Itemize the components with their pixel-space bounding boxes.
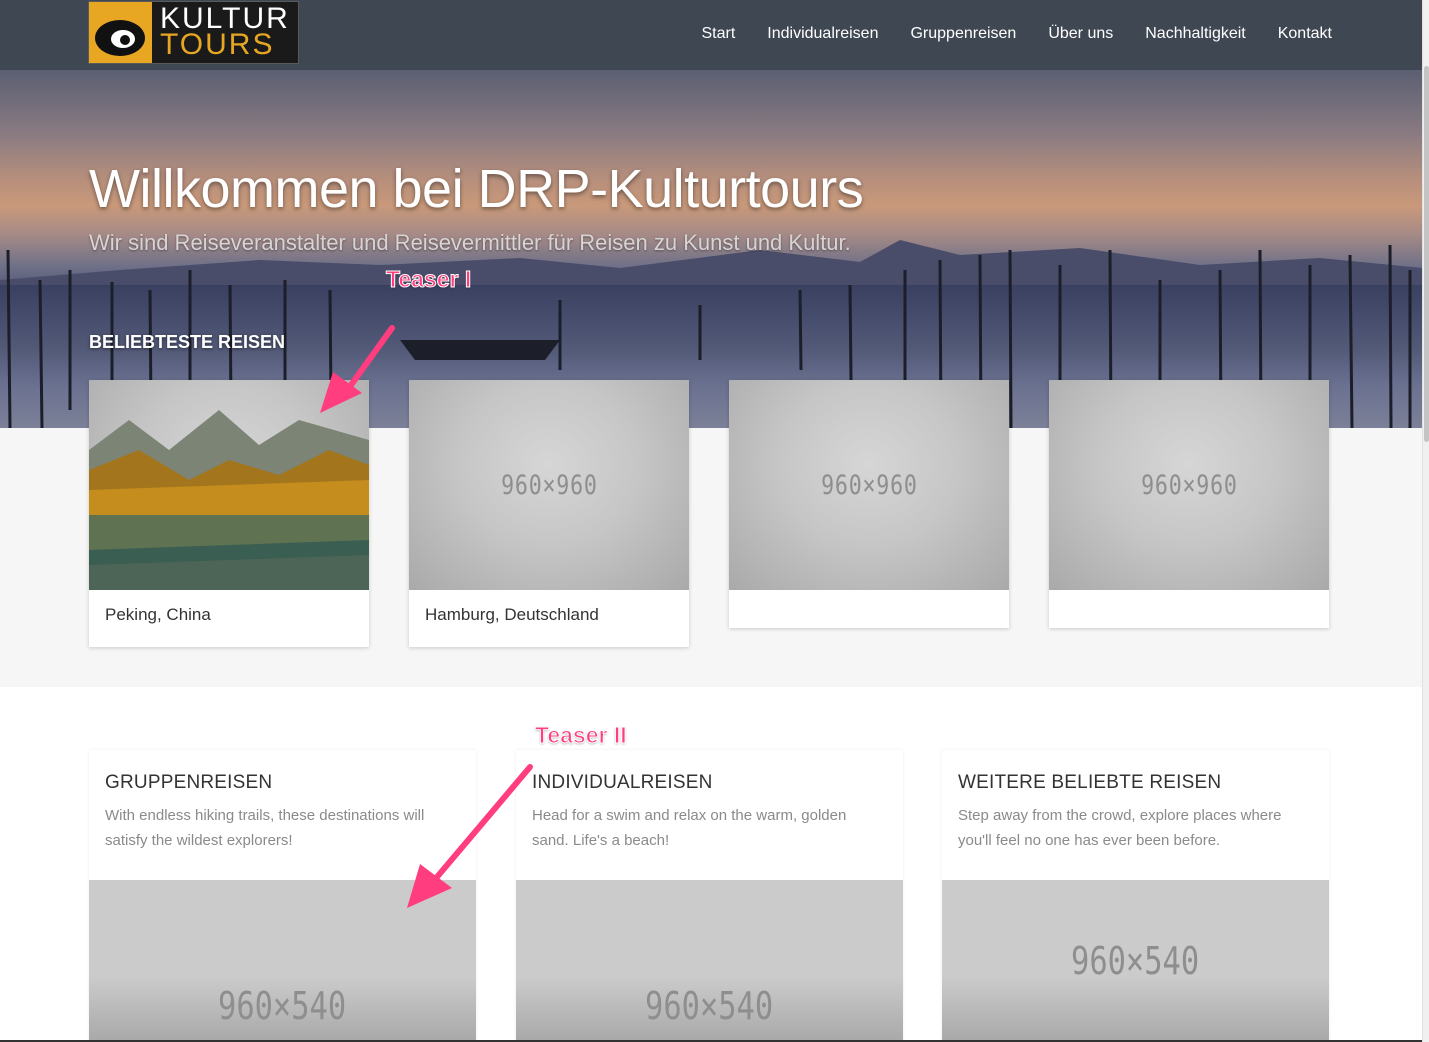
placeholder-text: 960×540 <box>645 984 774 1028</box>
placeholder-text: 960×960 <box>820 469 918 501</box>
nav-start[interactable]: Start <box>701 24 735 44</box>
trip-image-placeholder: 960×960 <box>1049 380 1329 590</box>
nav-ueber-uns[interactable]: Über uns <box>1048 24 1113 44</box>
trip-image-placeholder: 960×960 <box>409 380 689 590</box>
annotation-teaser-one: Teaser I <box>385 266 472 293</box>
kultur-tours-logo[interactable]: KULTUR TOURS <box>88 1 299 64</box>
nav-nachhaltigkeit[interactable]: Nachhaltigkeit <box>1145 24 1246 44</box>
teaser-gruppenreisen[interactable]: GRUPPENREISEN With endless hiking trails… <box>89 750 476 1042</box>
placeholder-text: 960×960 <box>500 469 598 501</box>
trip-card-4[interactable]: 960×960 <box>1049 380 1329 628</box>
nav-individualreisen[interactable]: Individualreisen <box>767 24 878 44</box>
nav-kontakt[interactable]: Kontakt <box>1278 24 1332 44</box>
trip-caption: Peking, China <box>105 605 211 624</box>
teaser-text: Head for a swim and relax on the warm, g… <box>532 807 847 849</box>
placeholder-text: 960×540 <box>1071 939 1200 983</box>
placeholder-text: 960×540 <box>218 984 347 1028</box>
teaser-text: With endless hiking trails, these destin… <box>105 807 425 849</box>
nav-gruppenreisen[interactable]: Gruppenreisen <box>910 24 1016 44</box>
teaser-image-placeholder: 960×540 <box>89 880 476 1042</box>
trip-image-placeholder: 960×960 <box>729 380 1009 590</box>
teaser-title: GRUPPENREISEN <box>105 772 273 793</box>
hero-subtitle: Wir sind Reiseveranstalter und Reiseverm… <box>89 230 851 255</box>
eye-logo-icon <box>89 2 152 63</box>
trip-image-peking <box>89 380 369 590</box>
teaser-image-placeholder: 960×540 <box>516 880 903 1042</box>
teaser-image-placeholder: 960×540 <box>942 880 1329 1042</box>
trip-card-hamburg[interactable]: 960×960 Hamburg, Deutschland <box>409 380 689 647</box>
hero-title: Willkommen bei DRP-Kulturtours <box>89 159 864 219</box>
teaser-text: Step away from the crowd, explore places… <box>958 807 1282 849</box>
scrollbar-thumb[interactable] <box>1424 66 1429 442</box>
logo-line-2: TOURS <box>160 28 275 61</box>
main-nav: Start Individualreisen Gruppenreisen Übe… <box>701 24 1332 44</box>
page-scrollbar[interactable] <box>1422 0 1429 1042</box>
trip-card-3[interactable]: 960×960 <box>729 380 1009 628</box>
trip-caption <box>1049 590 1329 628</box>
teaser-individualreisen[interactable]: INDIVIDUALREISEN Head for a swim and rel… <box>516 750 903 1042</box>
trip-card-peking[interactable]: Peking, China <box>89 380 369 647</box>
popular-trips-heading: BELIEBTESTE REISEN <box>89 332 286 352</box>
annotation-teaser-two: Teaser II <box>535 722 628 749</box>
placeholder-text: 960×960 <box>1140 469 1238 501</box>
trip-caption <box>729 590 1009 628</box>
trip-caption: Hamburg, Deutschland <box>425 605 599 624</box>
site-header: KULTUR TOURS Start Individualreisen Grup… <box>0 0 1422 70</box>
teaser-title: WEITERE BELIEBTE REISEN <box>958 772 1222 793</box>
logo-wordmark: KULTUR TOURS <box>152 2 298 63</box>
hero-banner: Willkommen bei DRP-Kulturtours Wir sind … <box>0 70 1422 428</box>
teaser-weitere-reisen[interactable]: WEITERE BELIEBTE REISEN Step away from t… <box>942 750 1329 1042</box>
teaser-title: INDIVIDUALREISEN <box>532 772 713 793</box>
